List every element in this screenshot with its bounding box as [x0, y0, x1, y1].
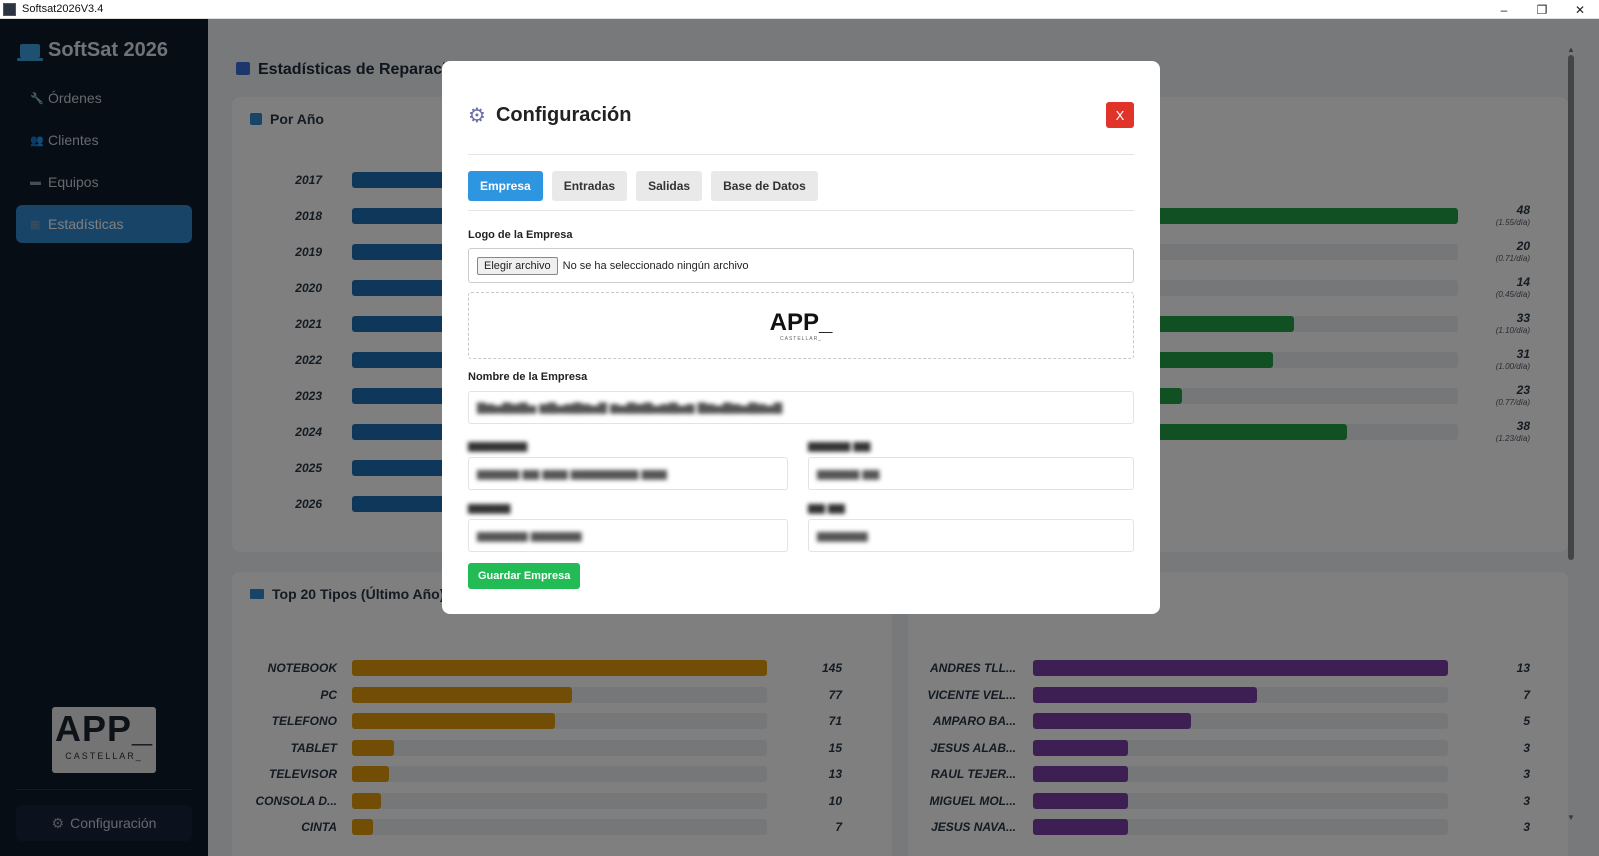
redacted-text: ▆▆▆▆▆ ▆▆ — [817, 468, 880, 480]
company-name-label: Nombre de la Empresa — [468, 371, 588, 383]
redacted-label: ▆▆ ▆▆ — [808, 502, 845, 514]
choose-file-button[interactable]: Elegir archivo — [477, 256, 558, 275]
window-title: Softsat2026V3.4 — [22, 3, 104, 15]
tax-id-field[interactable]: ▆▆▆▆▆ ▆▆ — [808, 457, 1134, 490]
restore-icon[interactable]: ❐ — [1523, 0, 1561, 19]
tab-entradas[interactable]: Entradas — [551, 171, 628, 201]
save-company-button[interactable]: Guardar Empresa — [468, 563, 581, 589]
gear-icon: ⚙ — [468, 105, 486, 127]
file-status: No se ha seleccionado ningún archivo — [562, 259, 749, 272]
company-name-field[interactable]: ▇▆▅▇▆▇▅ ▆▇▅▆▇▆▅▇ ▆▅▇▆▇▅▆▇▅▆ ▇▆▅▇▆▅▇▆▅▇ — [468, 391, 1134, 424]
close-window-icon[interactable]: ✕ — [1561, 0, 1599, 19]
redacted-text: ▆▆▆▆▆ ▆▆ ▆▆▆ ▆▆▆▆▆▆▆▆ ▆▆▆ — [477, 468, 667, 480]
window-controls: – ❐ ✕ — [1485, 0, 1599, 19]
redacted-label: ▆▆▆▆▆▆▆ — [468, 440, 528, 452]
divider — [468, 154, 1134, 155]
redacted-text: ▆▆▆▆▆▆ — [817, 530, 868, 542]
window-titlebar: Softsat2026V3.4 – ❐ ✕ — [0, 0, 1599, 19]
logo-preview: APP_ CASTELLAR_ — [468, 292, 1134, 359]
redacted-text: ▆▆▆▆▆▆ ▆▆▆▆▆▆ — [477, 530, 582, 542]
tab-salidas[interactable]: Salidas — [636, 171, 703, 201]
close-button[interactable]: X — [1106, 102, 1134, 128]
tab-base-de-datos[interactable]: Base de Datos — [711, 171, 818, 201]
phone-field[interactable]: ▆▆▆▆▆▆ ▆▆▆▆▆▆ — [468, 519, 788, 552]
divider — [468, 210, 1134, 211]
logo-preview-image: APP_ CASTELLAR_ — [769, 308, 833, 342]
logo-file-input[interactable]: Elegir archivo No se ha seleccionado nin… — [468, 248, 1134, 283]
tab-bar: Empresa Entradas Salidas Base de Datos — [468, 171, 827, 201]
redacted-label: ▆▆▆▆▆ — [468, 502, 511, 514]
logo-label: Logo de la Empresa — [468, 229, 573, 241]
config-modal: ⚙ Configuración X Empresa Entradas Salid… — [442, 61, 1160, 614]
redacted-text: ▇▆▅▇▆▇▅ ▆▇▅▆▇▆▅▇ ▆▅▇▆▇▅▆▇▅▆ ▇▆▅▇▆▅▇▆▅▇ — [477, 402, 783, 414]
redacted-label: ▆▆▆▆▆ ▆▆ — [808, 440, 871, 452]
tab-empresa[interactable]: Empresa — [468, 171, 543, 201]
app-icon — [3, 2, 16, 16]
minimize-icon[interactable]: – — [1485, 0, 1523, 19]
email-field[interactable]: ▆▆▆▆▆▆ — [808, 519, 1134, 552]
modal-title: ⚙ Configuración — [468, 104, 632, 127]
address-field[interactable]: ▆▆▆▆▆ ▆▆ ▆▆▆ ▆▆▆▆▆▆▆▆ ▆▆▆ — [468, 457, 788, 490]
